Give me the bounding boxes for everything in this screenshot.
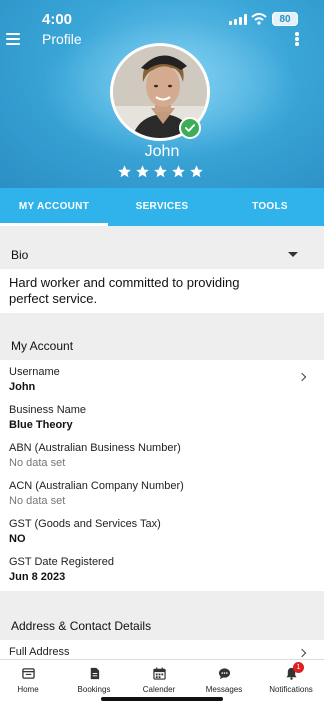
field-gst: GST (Goods and Services Tax) NO — [9, 518, 299, 545]
field-value: John — [9, 381, 36, 393]
page-title: Profile — [42, 31, 82, 47]
field-business-name: Business Name Blue Theory — [9, 404, 299, 431]
profile-header: 4:00 80 Profile John — [0, 0, 324, 188]
field-value: NO — [9, 533, 26, 545]
tab-tools[interactable]: TOOLS — [216, 188, 324, 226]
field-gst-date: GST Date Registered Jun 8 2023 — [9, 556, 299, 583]
nav-label: Home — [17, 685, 39, 694]
star-icon — [172, 165, 185, 178]
field-abn: ABN (Australian Business Number) No data… — [9, 442, 299, 469]
profile-name: John — [144, 143, 180, 160]
status-time: 4:00 — [42, 11, 73, 28]
more-options-button[interactable] — [292, 31, 302, 47]
field-acn: ACN (Australian Company Number) No data … — [9, 480, 299, 507]
bio-text: Hard worker and committed to providing p… — [9, 275, 240, 306]
chat-icon — [218, 668, 230, 680]
field-value: No data set — [9, 495, 66, 507]
status-bar: 4:00 80 — [0, 10, 324, 30]
wifi-icon — [251, 13, 267, 25]
my-account-section-header: My Account — [0, 331, 324, 361]
nav-bookings[interactable]: Bookings — [64, 667, 124, 694]
star-icon — [154, 165, 167, 178]
address-section-header: Address & Contact Details — [0, 611, 324, 641]
home-indicator — [101, 697, 223, 701]
nav-label: Calender — [142, 685, 176, 694]
star-icon — [136, 165, 149, 178]
chevron-right-icon — [297, 648, 307, 658]
calendar-icon — [152, 667, 166, 680]
verified-check-icon — [179, 117, 201, 139]
notification-badge: 1 — [293, 662, 304, 673]
address-title: Address & Contact Details — [11, 619, 152, 633]
star-icon — [118, 165, 131, 178]
home-icon — [21, 668, 35, 679]
bio-card: Hard worker and committed to providing p… — [0, 269, 324, 313]
field-label: Username — [9, 366, 60, 378]
document-icon — [90, 667, 99, 680]
signal-icon — [229, 14, 247, 25]
my-account-title: My Account — [11, 339, 74, 353]
field-label: Full Address — [9, 646, 70, 658]
field-label: GST Date Registered — [9, 556, 114, 568]
nav-calendar[interactable]: Calender — [129, 667, 189, 694]
bio-section-header[interactable]: Bio — [0, 240, 324, 270]
rating-stars — [117, 164, 204, 179]
nav-notifications[interactable]: 1 Notifications — [261, 662, 321, 694]
nav-label: Notifications — [269, 685, 313, 694]
menu-button[interactable] — [6, 32, 22, 46]
chevron-right-icon — [297, 372, 307, 382]
address-card[interactable]: Full Address — [0, 640, 324, 660]
nav-label: Bookings — [77, 685, 111, 694]
nav-label: Messages — [205, 685, 243, 694]
star-icon — [190, 165, 203, 178]
field-label: ABN (Australian Business Number) — [9, 442, 181, 454]
field-label: Business Name — [9, 404, 87, 416]
nav-messages[interactable]: Messages — [194, 667, 254, 694]
dropdown-caret-icon — [288, 252, 298, 257]
tab-bar: MY ACCOUNT SERVICES TOOLS — [0, 188, 324, 226]
bio-title: Bio — [11, 248, 29, 262]
field-value: Blue Theory — [9, 419, 73, 431]
tab-my-account[interactable]: MY ACCOUNT — [0, 188, 108, 226]
field-label: ACN (Australian Company Number) — [9, 480, 184, 492]
battery-icon: 80 — [272, 12, 298, 26]
field-label: GST (Goods and Services Tax) — [9, 518, 161, 530]
my-account-card[interactable]: Username John Business Name Blue Theory … — [0, 360, 324, 591]
field-value: No data set — [9, 457, 66, 469]
field-full-address: Full Address — [9, 646, 299, 658]
nav-home[interactable]: Home — [0, 667, 58, 694]
field-value: Jun 8 2023 — [9, 571, 66, 583]
tab-services[interactable]: SERVICES — [108, 188, 216, 226]
field-username: Username John — [9, 366, 299, 393]
